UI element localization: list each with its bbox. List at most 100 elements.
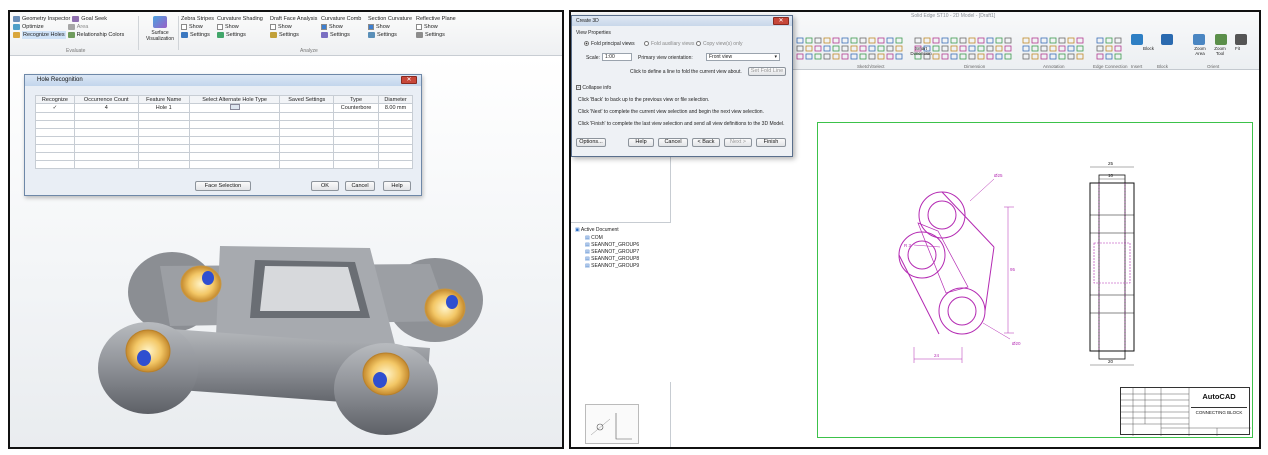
- ribbon-tool-icon[interactable]: [1040, 45, 1048, 52]
- geometry-inspector-button[interactable]: Geometry Inspector: [22, 15, 70, 23]
- ribbon-tool-icon[interactable]: [1076, 45, 1084, 52]
- goal-seek-button[interactable]: Goal Seek: [81, 15, 107, 23]
- ribbon-tool-icon[interactable]: [968, 37, 976, 44]
- analyze-column-title[interactable]: Section Curvature: [368, 15, 412, 23]
- show-checkbox[interactable]: [321, 24, 327, 30]
- ribbon-tool-icon[interactable]: [986, 53, 994, 60]
- settings-button[interactable]: Settings: [190, 31, 210, 39]
- tree-root[interactable]: ▣ Active Document: [575, 227, 619, 233]
- sheet-thumbnail[interactable]: [585, 404, 639, 444]
- surface-visualization-button[interactable]: Surface Visualization: [143, 16, 177, 42]
- table-row[interactable]: ✓ 4 Hole 1 Counterbore 8.00 mm: [35, 103, 413, 113]
- saved-settings-cell[interactable]: [279, 103, 335, 113]
- ribbon-tool-icon[interactable]: [841, 53, 849, 60]
- alternate-hole-type-cell[interactable]: [188, 103, 281, 113]
- ribbon-tool-icon[interactable]: [1031, 45, 1039, 52]
- ribbon-tool-icon[interactable]: [1049, 45, 1057, 52]
- ribbon-tool-icon[interactable]: [895, 53, 903, 60]
- ok-button[interactable]: OK: [311, 181, 339, 191]
- tree-item[interactable]: ▤ SEANNOT_GROUP6: [585, 242, 639, 248]
- fold-principal-radio[interactable]: Fold principal views: [584, 41, 635, 47]
- fit-button[interactable]: Fit: [1235, 46, 1240, 51]
- ribbon-tool-icon[interactable]: [1022, 45, 1030, 52]
- ribbon-tool-icon[interactable]: [877, 45, 885, 52]
- ribbon-tool-icon[interactable]: [932, 37, 940, 44]
- ribbon-tool-icon[interactable]: [832, 37, 840, 44]
- help-button[interactable]: Help: [383, 181, 411, 191]
- front-view-drawing[interactable]: [898, 178, 1014, 363]
- close-icon[interactable]: ✕: [401, 76, 417, 84]
- options-button[interactable]: Options...: [576, 138, 606, 147]
- show-checkbox[interactable]: [416, 24, 422, 30]
- copy-views-radio[interactable]: Copy view(s) only: [696, 41, 742, 47]
- counterbore-hole-front-right[interactable]: [362, 352, 410, 396]
- analyze-column-title[interactable]: Zebra Stripes: [181, 15, 214, 23]
- settings-button[interactable]: Settings: [377, 31, 397, 39]
- ribbon-tool-icon[interactable]: [841, 45, 849, 52]
- ribbon-tool-icon[interactable]: [1076, 53, 1084, 60]
- ribbon-tool-icon[interactable]: [868, 53, 876, 60]
- recognize-holes-button[interactable]: Recognize Holes: [22, 31, 66, 39]
- side-view-drawing[interactable]: [1089, 166, 1135, 366]
- show-checkbox[interactable]: [270, 24, 276, 30]
- ribbon-tool-icon[interactable]: [950, 53, 958, 60]
- ribbon-tool-icon[interactable]: [850, 37, 858, 44]
- ribbon-tool-icon[interactable]: [1096, 37, 1104, 44]
- ribbon-tool-icon[interactable]: [805, 45, 813, 52]
- ribbon-tool-icon[interactable]: [859, 37, 867, 44]
- ribbon-tool-icon[interactable]: [796, 53, 804, 60]
- analyze-column-title[interactable]: Curvature Shading: [217, 15, 263, 23]
- ribbon-tool-icon[interactable]: [877, 37, 885, 44]
- show-checkbox[interactable]: [368, 24, 374, 30]
- block-button[interactable]: Block: [1143, 46, 1154, 51]
- hole-type-picker-icon[interactable]: [229, 104, 240, 110]
- ribbon-tool-icon[interactable]: [1105, 37, 1113, 44]
- ribbon-tool-icon[interactable]: [850, 45, 858, 52]
- ribbon-tool-icon[interactable]: [1040, 37, 1048, 44]
- help-button[interactable]: Help: [628, 138, 654, 147]
- ribbon-tool-icon[interactable]: [995, 53, 1003, 60]
- ribbon-tool-icon[interactable]: [1076, 37, 1084, 44]
- counterbore-hole-back-right[interactable]: [424, 288, 466, 328]
- optimize-button[interactable]: Optimize: [22, 23, 44, 31]
- ribbon-tool-icon[interactable]: [986, 45, 994, 52]
- ribbon-tool-icon[interactable]: [886, 45, 894, 52]
- ribbon-tool-icon[interactable]: [1096, 53, 1104, 60]
- show-checkbox[interactable]: [217, 24, 223, 30]
- ribbon-tool-icon[interactable]: [1058, 45, 1066, 52]
- tree-item[interactable]: ▤ SEANNOT_GROUP7: [585, 249, 639, 255]
- ribbon-tool-icon[interactable]: [1067, 45, 1075, 52]
- orientation-select[interactable]: Front view ▾: [706, 53, 780, 61]
- ribbon-tool-icon[interactable]: [923, 37, 931, 44]
- ribbon-large-tool-icon[interactable]: [1131, 34, 1143, 45]
- ribbon-tool-icon[interactable]: [1031, 37, 1039, 44]
- ribbon-tool-icon[interactable]: [950, 45, 958, 52]
- ribbon-tool-icon[interactable]: [895, 37, 903, 44]
- zoom-tool-button[interactable]: Zoom Tool: [1213, 46, 1227, 56]
- ribbon-tool-icon[interactable]: [859, 45, 867, 52]
- ribbon-tool-icon[interactable]: [823, 37, 831, 44]
- ribbon-tool-icon[interactable]: [941, 37, 949, 44]
- zoom-area-button[interactable]: Zoom Area: [1193, 46, 1207, 56]
- ribbon-tool-icon[interactable]: [868, 37, 876, 44]
- ribbon-tool-icon[interactable]: [1049, 37, 1057, 44]
- ribbon-tool-icon[interactable]: [959, 45, 967, 52]
- ribbon-tool-icon[interactable]: [1096, 45, 1104, 52]
- next-button[interactable]: Next >: [724, 138, 752, 147]
- ribbon-tool-icon[interactable]: [1058, 53, 1066, 60]
- ribbon-tool-icon[interactable]: [1105, 45, 1113, 52]
- finish-button[interactable]: Finish: [756, 138, 786, 147]
- tree-item[interactable]: ▤ COM: [585, 235, 603, 241]
- ribbon-tool-icon[interactable]: [823, 45, 831, 52]
- ribbon-tool-icon[interactable]: [796, 37, 804, 44]
- settings-button[interactable]: Settings: [330, 31, 350, 39]
- ribbon-tool-icon[interactable]: [950, 37, 958, 44]
- tree-item[interactable]: ▤ SEANNOT_GROUP9: [585, 263, 639, 269]
- set-fold-line-button[interactable]: Set Fold Line: [748, 67, 786, 76]
- recognize-checkbox[interactable]: ✓: [35, 103, 75, 113]
- ribbon-large-tool-icon[interactable]: [1193, 34, 1205, 45]
- counterbore-hole-back-left[interactable]: [180, 265, 222, 303]
- ribbon-tool-icon[interactable]: [968, 53, 976, 60]
- fold-auxiliary-radio[interactable]: Fold auxiliary views: [644, 41, 694, 47]
- settings-button[interactable]: Settings: [226, 31, 246, 39]
